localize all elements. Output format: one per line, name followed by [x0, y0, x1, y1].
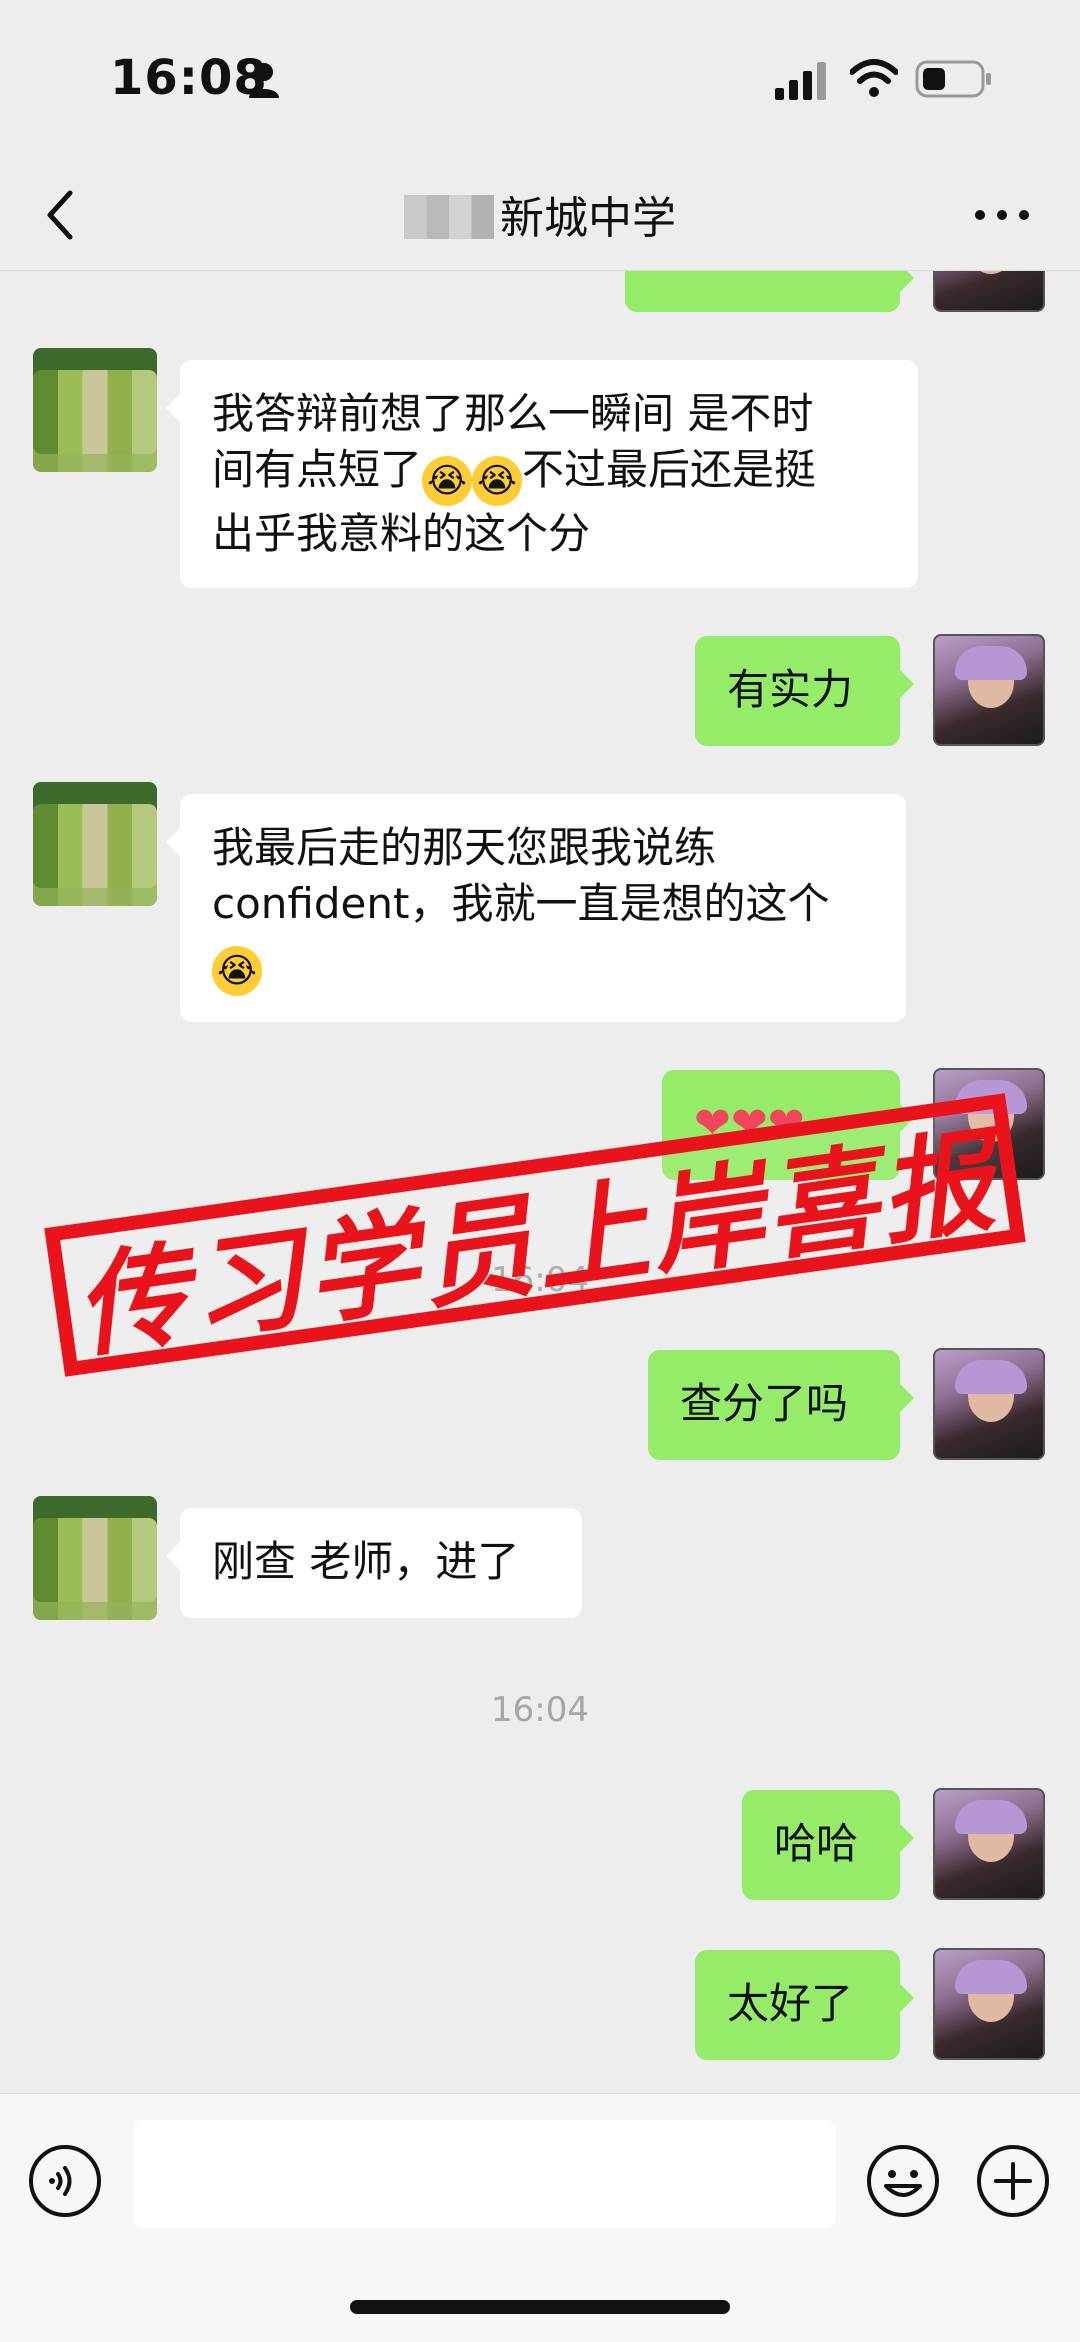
message-line: 间有点短了 😭 😭 不过最后还是挺 — [212, 442, 886, 506]
chat-header: 新城中学 — [0, 160, 1080, 271]
wifi-icon — [850, 59, 898, 97]
avatar-me[interactable] — [933, 634, 1045, 746]
avatar-contact[interactable] — [33, 782, 157, 906]
message-line: 出乎我意料的这个分 — [212, 509, 591, 558]
message-bubble-received[interactable]: 我最后走的那天您跟我说练 confident，我就一直是想的这个 😭 — [166, 794, 906, 1022]
chat-title: 新城中学 — [0, 182, 1080, 246]
home-indicator[interactable] — [350, 2300, 730, 2314]
person-icon — [249, 63, 279, 98]
message-text: 有实力 — [727, 665, 854, 714]
avatar-contact[interactable] — [33, 348, 157, 472]
message-bubble-received[interactable]: 刚查 老师，进了 — [166, 1508, 582, 1618]
more-dots-icon[interactable] — [972, 200, 1032, 230]
status-time: 16:08 — [110, 50, 268, 106]
smile-icon[interactable] — [866, 2144, 940, 2218]
crying-laughing-emoji-icon: 😭 — [472, 456, 523, 506]
crying-laughing-emoji-icon: 😭 — [422, 456, 473, 506]
avatar-me[interactable] — [933, 1348, 1045, 1460]
message-bubble-sent[interactable]: 查分了吗 — [648, 1350, 914, 1460]
status-bar: 16:08 — [0, 0, 1080, 160]
message-text: 哈哈 — [774, 1819, 859, 1868]
voice-icon[interactable] — [28, 2144, 102, 2218]
timestamp: 16:04 — [491, 1690, 589, 1730]
message-text: 太好了 — [727, 1979, 854, 2028]
message-line: 我最后走的那天您跟我说练 — [212, 823, 717, 872]
message-bubble-sent[interactable]: 哈哈 — [742, 1790, 914, 1900]
title-redacted-mosaic — [404, 195, 494, 239]
avatar-me[interactable] — [933, 1788, 1045, 1900]
message-text: 查分了吗 — [680, 1379, 849, 1428]
message-bubble-sent[interactable]: 有实力 — [695, 636, 914, 746]
avatar-contact[interactable] — [33, 1496, 157, 1620]
crying-laughing-emoji-icon: 😭 — [212, 946, 262, 996]
chat-title-text: 新城中学 — [500, 193, 676, 244]
message-text: 刚查 老师，进了 — [212, 1537, 520, 1586]
message-line: 😭 — [212, 932, 874, 996]
avatar-me[interactable] — [933, 1948, 1045, 2060]
message-bubble-partial — [625, 270, 914, 312]
message-bubble-received[interactable]: 我答辩前想了那么一瞬间 是不时 间有点短了 😭 😭 不过最后还是挺 出乎我意料的这个分 — [166, 360, 918, 588]
avatar-me[interactable] — [933, 270, 1045, 312]
battery-icon — [915, 60, 991, 98]
message-input[interactable] — [133, 2120, 836, 2228]
message-bubble-sent[interactable]: 太好了 — [695, 1950, 914, 2060]
signal-icon — [775, 62, 826, 100]
message-line: confident，我就一直是想的这个 — [212, 879, 830, 928]
plus-icon[interactable] — [976, 2144, 1050, 2218]
message-line: 我答辩前想了那么一瞬间 是不时 — [212, 389, 814, 438]
